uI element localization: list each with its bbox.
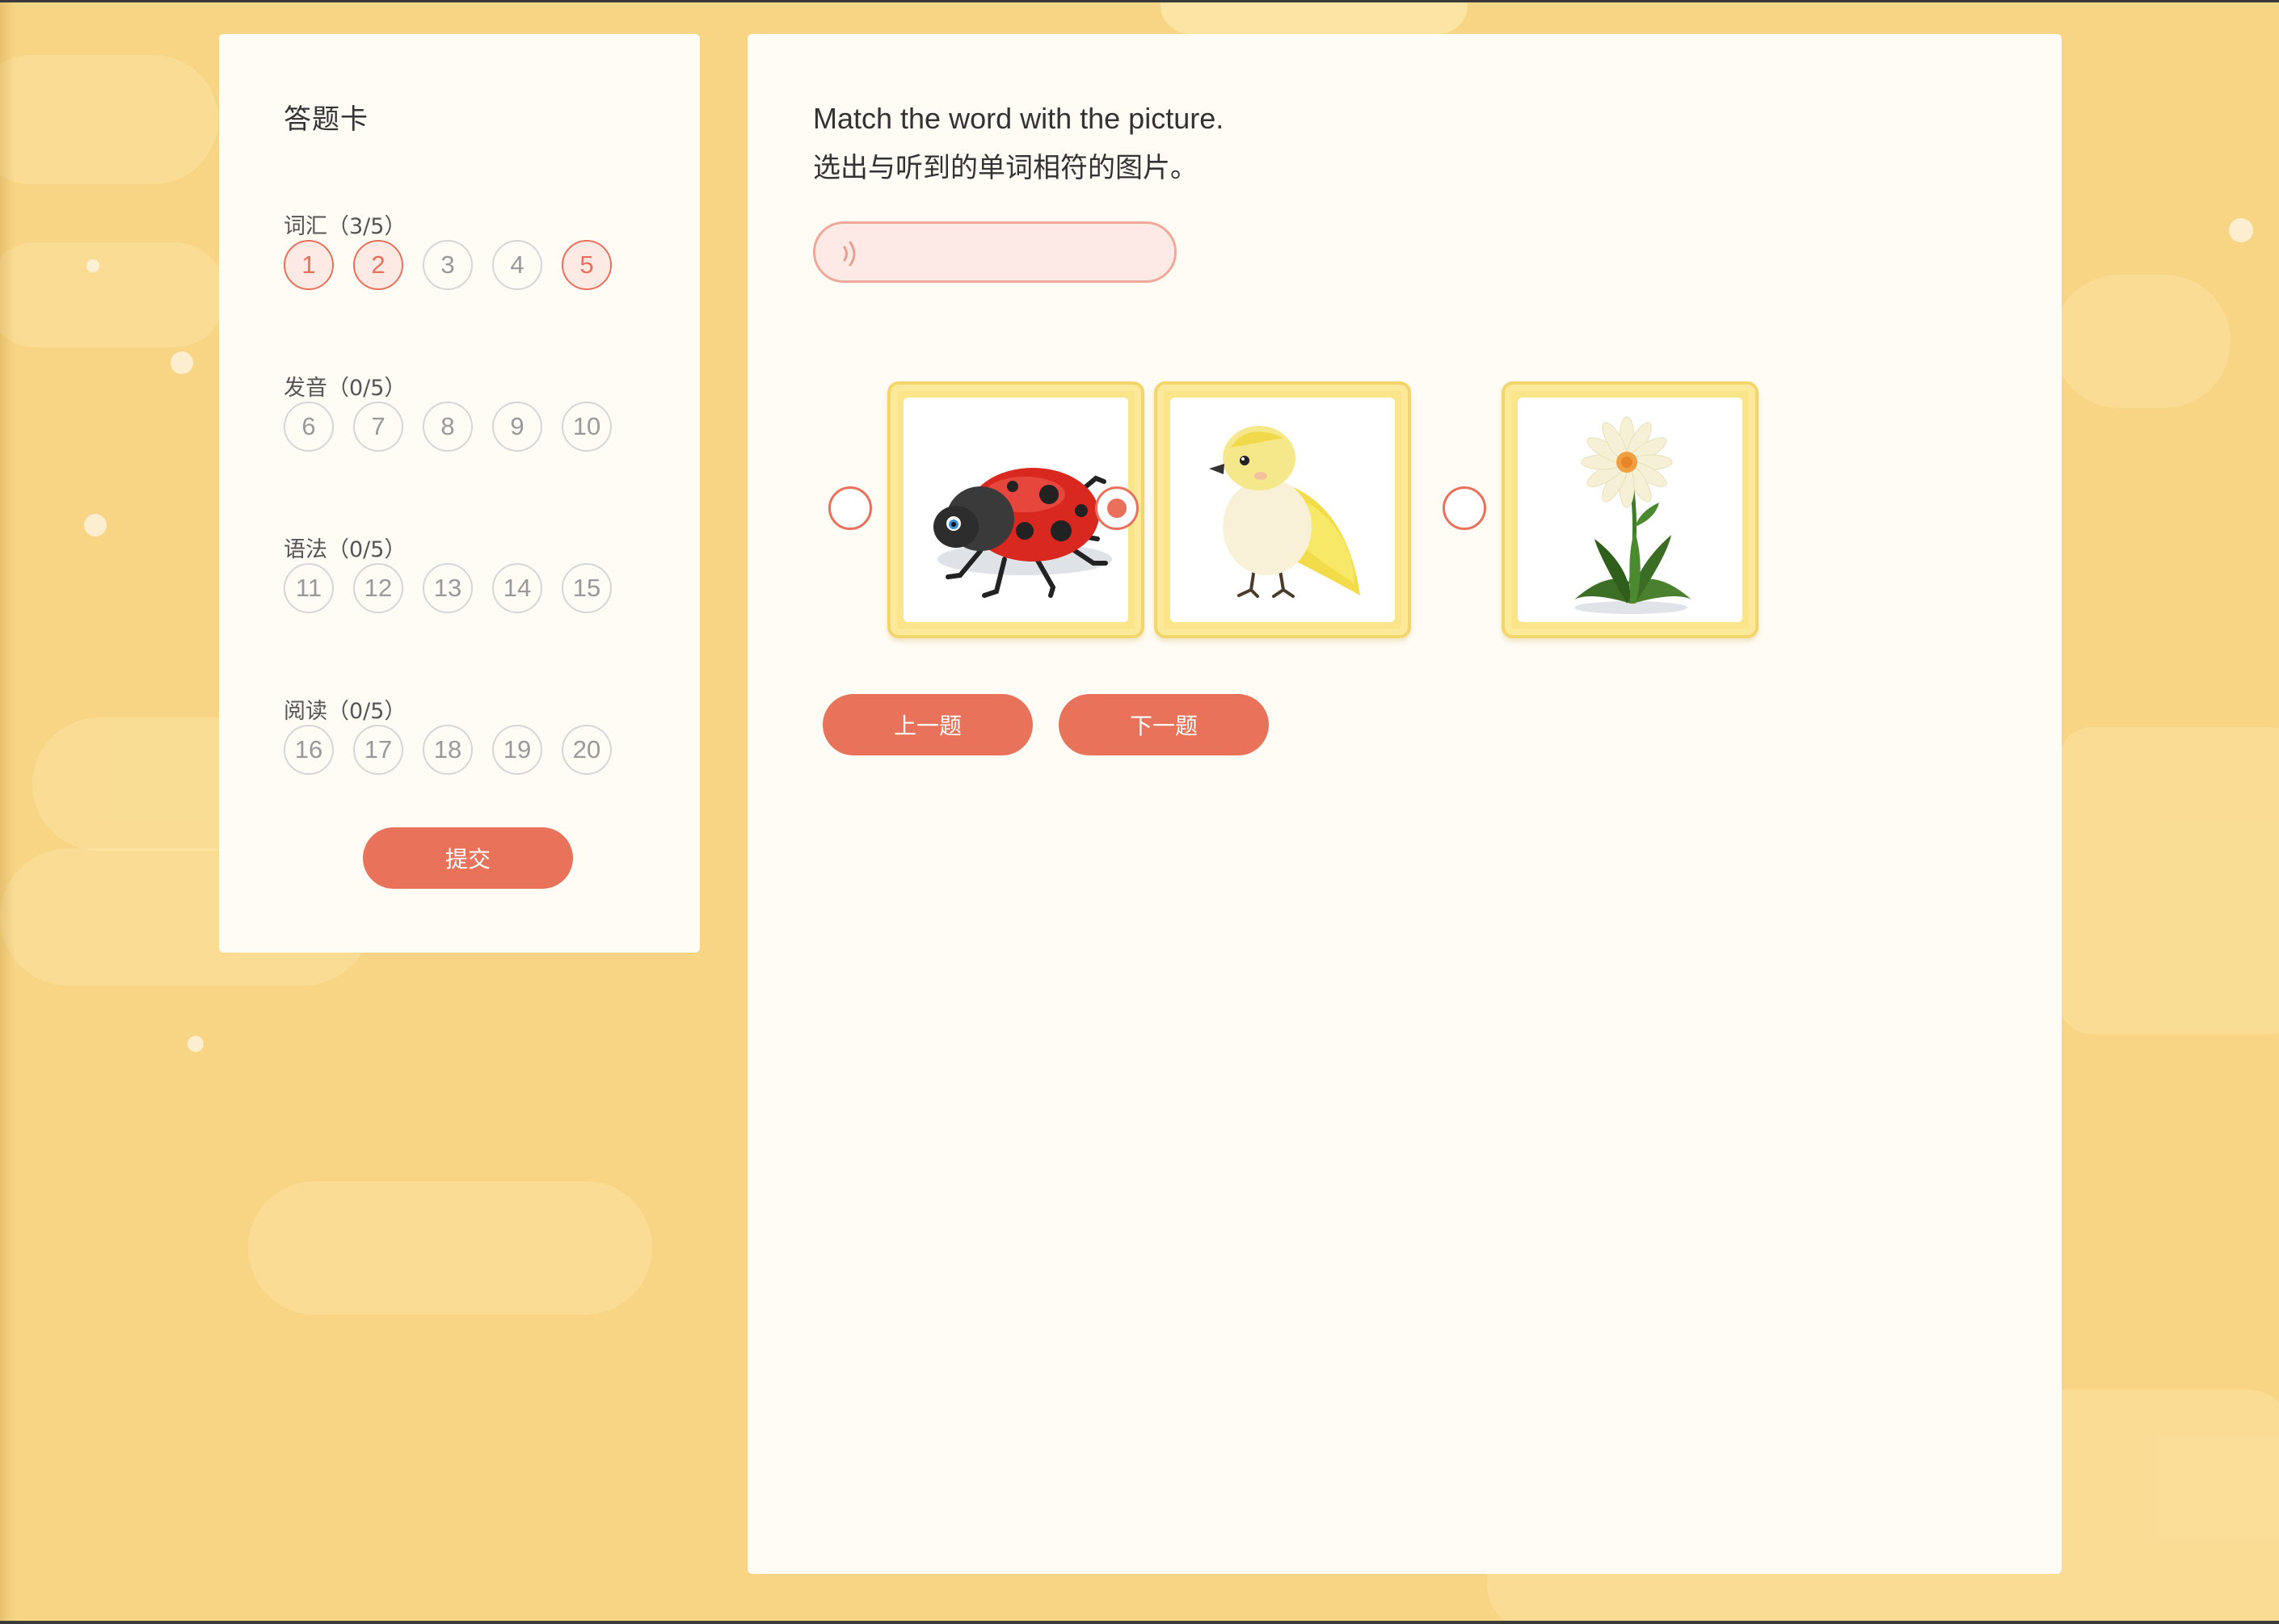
background-blob xyxy=(1161,0,1468,34)
question-number-button[interactable]: 12 xyxy=(353,563,403,613)
question-number-button[interactable]: 11 xyxy=(284,563,334,613)
next-question-button[interactable]: 下一题 xyxy=(1059,694,1269,755)
question-number-button[interactable]: 14 xyxy=(492,563,542,613)
question-numbers-reading: 16 17 18 19 20 xyxy=(284,725,612,775)
previous-question-button[interactable]: 上一题 xyxy=(823,694,1033,755)
section-label-grammar: 语法（0/5） xyxy=(284,537,407,562)
audio-play-button[interactable] xyxy=(813,221,1177,283)
question-number-button[interactable]: 1 xyxy=(284,240,334,290)
speaker-wave-icon xyxy=(843,241,856,267)
background-edge-shadow xyxy=(0,0,15,1624)
background-blob xyxy=(0,55,218,184)
question-number-button[interactable]: 5 xyxy=(562,240,612,290)
background-dot xyxy=(84,514,107,536)
question-number-button[interactable]: 19 xyxy=(492,725,542,775)
background-blob xyxy=(2059,727,2279,1034)
question-number-button[interactable]: 6 xyxy=(284,402,334,452)
daisy-flower-icon xyxy=(1574,416,1691,614)
option-radio[interactable] xyxy=(828,486,872,530)
picture-frame[interactable] xyxy=(1154,381,1411,638)
submit-button[interactable]: 提交 xyxy=(363,827,573,889)
picture-frame[interactable] xyxy=(1502,381,1759,638)
bird-icon xyxy=(1209,426,1360,598)
question-number-button[interactable]: 7 xyxy=(353,402,403,452)
background-blob xyxy=(0,242,226,347)
option-radio[interactable] xyxy=(1443,486,1486,530)
section-label-pronunciation: 发音（0/5） xyxy=(284,376,407,401)
question-number-button[interactable]: 3 xyxy=(423,240,473,290)
question-number-button[interactable]: 9 xyxy=(492,402,542,452)
question-instruction-en: Match the word with the picture. xyxy=(813,102,1224,135)
window-bottom-border xyxy=(0,1621,2279,1624)
daisy-flower-picture xyxy=(1518,398,1742,622)
question-number-button[interactable]: 13 xyxy=(423,563,473,613)
answer-card-title: 答题卡 xyxy=(284,103,369,136)
question-panel: Match the word with the picture. 选出与听到的单… xyxy=(748,34,2062,1574)
question-number-button[interactable]: 15 xyxy=(562,563,612,613)
section-label-vocabulary: 词汇（3/5） xyxy=(284,214,407,239)
question-instruction-cn: 选出与听到的单词相符的图片。 xyxy=(813,152,1198,184)
question-number-button[interactable]: 4 xyxy=(492,240,542,290)
question-number-button[interactable]: 8 xyxy=(423,402,473,452)
bird-picture xyxy=(1170,398,1395,622)
background-dot xyxy=(187,1036,204,1052)
background-blob xyxy=(248,1181,652,1315)
background-dot xyxy=(171,351,193,374)
section-label-reading: 阅读（0/5） xyxy=(284,699,407,724)
background-dot xyxy=(2229,218,2253,242)
answer-card-panel: 答题卡 词汇（3/5） 1 2 3 4 5 发音（0/5） 6 7 8 9 10… xyxy=(219,34,700,953)
question-numbers-pronunciation: 6 7 8 9 10 xyxy=(284,402,612,452)
question-number-button[interactable]: 16 xyxy=(284,725,334,775)
option-radio-selected[interactable] xyxy=(1095,486,1139,530)
question-numbers-grammar: 11 12 13 14 15 xyxy=(284,563,612,613)
background-dot xyxy=(86,259,99,272)
question-number-button[interactable]: 10 xyxy=(562,402,612,452)
question-number-button[interactable]: 2 xyxy=(353,240,403,290)
question-number-button[interactable]: 18 xyxy=(423,725,473,775)
question-number-button[interactable]: 17 xyxy=(353,725,403,775)
window-top-border xyxy=(0,0,2279,2)
question-numbers-vocabulary: 1 2 3 4 5 xyxy=(284,240,612,290)
question-number-button[interactable]: 20 xyxy=(562,725,612,775)
background-blob xyxy=(2053,275,2231,408)
